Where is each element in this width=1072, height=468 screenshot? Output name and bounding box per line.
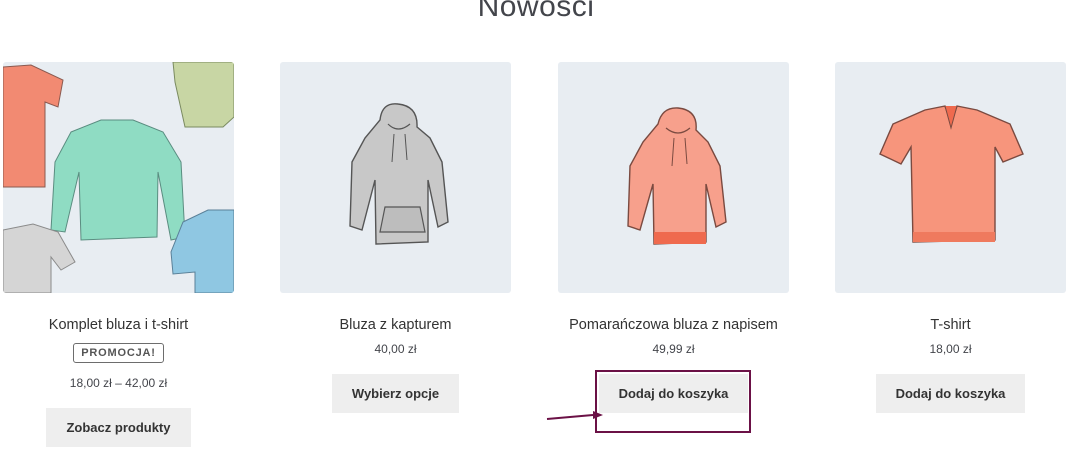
section-title: Nowości [477,0,595,23]
add-to-cart-button[interactable]: Dodaj do koszyka [875,374,1026,413]
view-products-button[interactable]: Zobacz produkty [46,408,191,447]
pointer-arrow-icon [546,411,603,420]
product-card: Bluza z kapturem 40,00 zł Wybierz opcje [280,62,511,413]
product-card: Komplet bluza i t-shirt PROMOCJA! 18,00 … [3,62,234,447]
product-image[interactable] [835,62,1066,293]
product-price: 18,00 zł [929,342,972,356]
sale-badge: PROMOCJA! [73,343,164,363]
product-name[interactable]: Bluza z kapturem [280,317,511,333]
product-price: 18,00 zł – 42,00 zł [69,376,168,390]
product-image[interactable] [558,62,789,293]
product-name[interactable]: T-shirt [835,317,1066,333]
product-price: 49,99 zł [652,342,695,356]
product-name[interactable]: Komplet bluza i t-shirt [3,317,234,333]
highlight-box [595,370,751,433]
product-card: Pomarańczowa bluza z napisem 49,99 zł Do… [558,62,789,413]
product-image[interactable] [3,62,234,293]
product-price: 40,00 zł [374,342,417,356]
product-name[interactable]: Pomarańczowa bluza z napisem [558,317,789,333]
select-options-button[interactable]: Wybierz opcje [331,374,460,413]
product-card: T-shirt 18,00 zł Dodaj do koszyka [835,62,1066,413]
product-image[interactable] [280,62,511,293]
